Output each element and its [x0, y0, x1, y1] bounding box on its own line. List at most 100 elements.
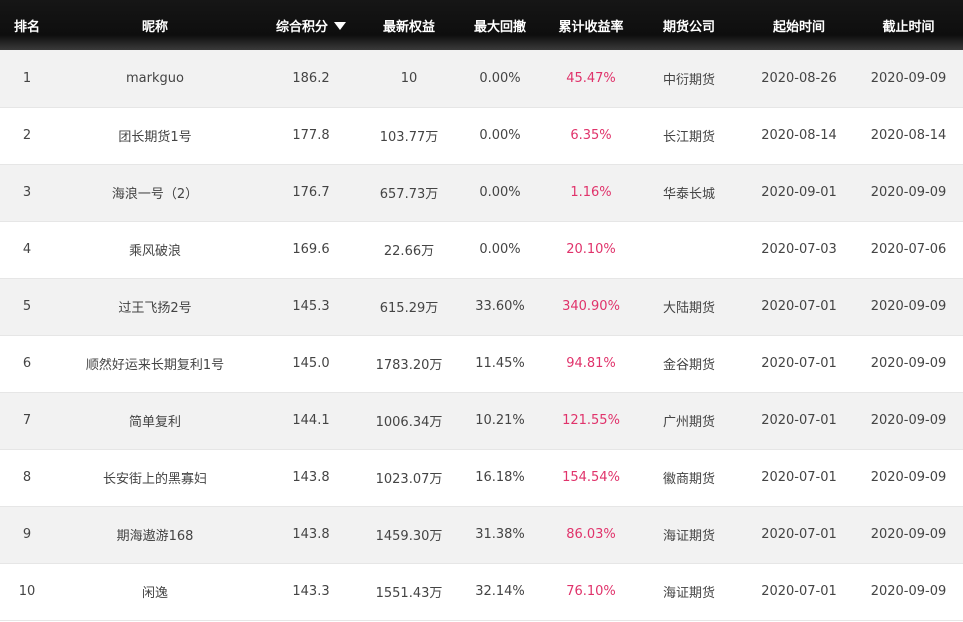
equity-cell: 1783.20万 — [375, 358, 443, 373]
company-cell: 海证期货 — [662, 586, 715, 601]
drawdown-cell: 10.21% — [475, 413, 525, 428]
nickname-cell[interactable]: 顺然好运来长期复利1号 — [54, 335, 256, 392]
table-row[interactable]: 2 团长期货1号 177.8 103.77万 0.00% 6.35% 长江期货 2020-08… — [0, 107, 963, 164]
ranking-table: 排名 昵称 综合积分 最新权益 最大回撤 累计收益率 期货公司 起始时间 截止时… — [0, 0, 963, 621]
rank-cell: 1 — [22, 70, 32, 86]
table-row[interactable]: 9 期海遨游168 143.8 1459.30万 31.38% 86.03% 海证期货 202… — [0, 506, 963, 563]
rank-cell: 5 — [22, 299, 32, 314]
score-cell: 144.1 — [292, 413, 330, 428]
score-cell: 143.8 — [292, 470, 330, 485]
equity-cell: 1551.43万 — [375, 586, 443, 601]
start-date-cell: 2020-07-03 — [761, 242, 837, 257]
return-cell: 340.90% — [562, 299, 620, 314]
end-date-cell: 2020-08-14 — [870, 128, 947, 143]
score-cell: 143.3 — [292, 584, 330, 599]
start-date-cell: 2020-08-14 — [761, 128, 837, 143]
equity-cell: 1006.34万 — [375, 415, 443, 430]
header-drawdown[interactable]: 最大回撤 — [452, 0, 548, 50]
header-rank-label: 排名 — [13, 19, 40, 35]
table-row[interactable]: 5 过王飞扬2号 145.3 615.29万 33.60% 340.90% 大陆期货 2020… — [0, 278, 963, 335]
nickname-cell[interactable]: 长安街上的黑寡妇 — [54, 449, 256, 506]
table-row[interactable]: 10 闲逸 143.3 1551.43万 32.14% 76.10% 海证期货 2020-07… — [0, 563, 963, 620]
drawdown-cell: 0.00% — [479, 70, 521, 86]
equity-cell: 1459.30万 — [375, 529, 443, 544]
company-cell: 华泰长城 — [662, 187, 715, 202]
drawdown-cell: 0.00% — [479, 128, 521, 143]
drawdown-cell: 16.18% — [475, 470, 525, 485]
rank-cell: 3 — [22, 185, 32, 200]
company-cell: 广州期货 — [662, 415, 715, 430]
equity-cell: 615.29万 — [379, 301, 439, 316]
end-date-cell: 2020-09-09 — [870, 413, 947, 428]
return-cell: 76.10% — [566, 584, 616, 599]
header-start-label: 起始时间 — [772, 19, 825, 35]
drawdown-cell: 31.38% — [475, 527, 525, 542]
table-row[interactable]: 1 markguo 186.2 10 0.00% 45.47% 中衍期货 2020-08-26… — [0, 50, 963, 107]
score-cell: 145.3 — [292, 299, 330, 314]
start-date-cell: 2020-09-01 — [761, 185, 837, 200]
nickname-cell[interactable]: 闲逸 — [54, 563, 256, 620]
start-date-cell: 2020-07-01 — [761, 299, 837, 314]
score-cell: 143.8 — [292, 527, 330, 542]
return-cell: 45.47% — [566, 70, 616, 86]
header-start[interactable]: 起始时间 — [744, 0, 854, 50]
nickname-cell[interactable]: 团长期货1号 — [54, 107, 256, 164]
score-cell: 176.7 — [292, 185, 330, 200]
start-date-cell: 2020-07-01 — [761, 527, 837, 542]
end-date-cell: 2020-09-09 — [870, 527, 947, 542]
header-row: 排名 昵称 综合积分 最新权益 最大回撤 累计收益率 期货公司 起始时间 截止时… — [0, 0, 963, 50]
header-nickname-label: 昵称 — [141, 19, 168, 35]
score-cell: 169.6 — [292, 242, 330, 257]
equity-cell: 657.73万 — [379, 187, 439, 202]
end-date-cell: 2020-09-09 — [870, 584, 947, 599]
rank-cell: 6 — [22, 356, 32, 371]
rank-cell: 2 — [22, 128, 32, 143]
end-date-cell: 2020-09-09 — [870, 470, 947, 485]
nickname-cell[interactable]: 过王飞扬2号 — [54, 278, 256, 335]
nickname-cell[interactable]: 乘风破浪 — [54, 221, 256, 278]
drawdown-cell: 11.45% — [475, 356, 525, 371]
header-nickname[interactable]: 昵称 — [54, 0, 256, 50]
sort-desc-icon[interactable] — [334, 22, 346, 30]
header-equity[interactable]: 最新权益 — [366, 0, 452, 50]
rank-cell: 8 — [22, 470, 32, 485]
header-equity-label: 最新权益 — [382, 19, 435, 35]
header-end[interactable]: 截止时间 — [854, 0, 963, 50]
table-row[interactable]: 7 简单复利 144.1 1006.34万 10.21% 121.55% 广州期货 2020-… — [0, 392, 963, 449]
drawdown-cell: 32.14% — [475, 584, 525, 599]
start-date-cell: 2020-08-26 — [761, 70, 837, 86]
nickname-cell[interactable]: 海浪一号（2） — [54, 164, 256, 221]
company-cell: 中衍期货 — [662, 72, 715, 88]
header-company[interactable]: 期货公司 — [634, 0, 744, 50]
equity-cell: 22.66万 — [383, 244, 435, 259]
return-cell: 86.03% — [566, 527, 616, 542]
nickname-cell[interactable]: 简单复利 — [54, 392, 256, 449]
company-cell: 金谷期货 — [662, 358, 715, 373]
company-cell: 长江期货 — [662, 130, 715, 145]
table-row[interactable]: 8 长安街上的黑寡妇 143.8 1023.07万 16.18% 154.54% 徽商期货 2… — [0, 449, 963, 506]
return-cell: 1.16% — [570, 185, 612, 200]
nickname-cell[interactable]: 期海遨游168 — [54, 506, 256, 563]
return-cell: 94.81% — [566, 356, 616, 371]
company-cell — [634, 221, 744, 278]
header-score-label: 综合积分 — [275, 19, 328, 35]
header-end-label: 截止时间 — [882, 19, 935, 35]
score-cell: 145.0 — [292, 356, 330, 371]
table-row[interactable]: 4 乘风破浪 169.6 22.66万 0.00% 20.10% 2020-07-03 202… — [0, 221, 963, 278]
return-cell: 20.10% — [566, 242, 616, 257]
ranking-page: 排名 昵称 综合积分 最新权益 最大回撤 累计收益率 期货公司 起始时间 截止时… — [0, 0, 963, 622]
header-score[interactable]: 综合积分 — [256, 0, 366, 50]
start-date-cell: 2020-07-01 — [761, 584, 837, 599]
table-row[interactable]: 6 顺然好运来长期复利1号 145.0 1783.20万 11.45% 94.81% 金谷期… — [0, 335, 963, 392]
header-rank[interactable]: 排名 — [0, 0, 54, 50]
equity-cell: 10 — [400, 70, 418, 86]
nickname-cell[interactable]: markguo — [54, 50, 256, 107]
table-row[interactable]: 3 海浪一号（2） 176.7 657.73万 0.00% 1.16% 华泰长城 2020-0… — [0, 164, 963, 221]
header-return[interactable]: 累计收益率 — [548, 0, 634, 50]
start-date-cell: 2020-07-01 — [761, 470, 837, 485]
equity-cell: 103.77万 — [379, 130, 439, 145]
rank-cell: 10 — [18, 584, 36, 599]
company-cell: 徽商期货 — [662, 472, 715, 487]
end-date-cell: 2020-09-09 — [870, 70, 947, 86]
end-date-cell: 2020-07-06 — [870, 242, 947, 257]
